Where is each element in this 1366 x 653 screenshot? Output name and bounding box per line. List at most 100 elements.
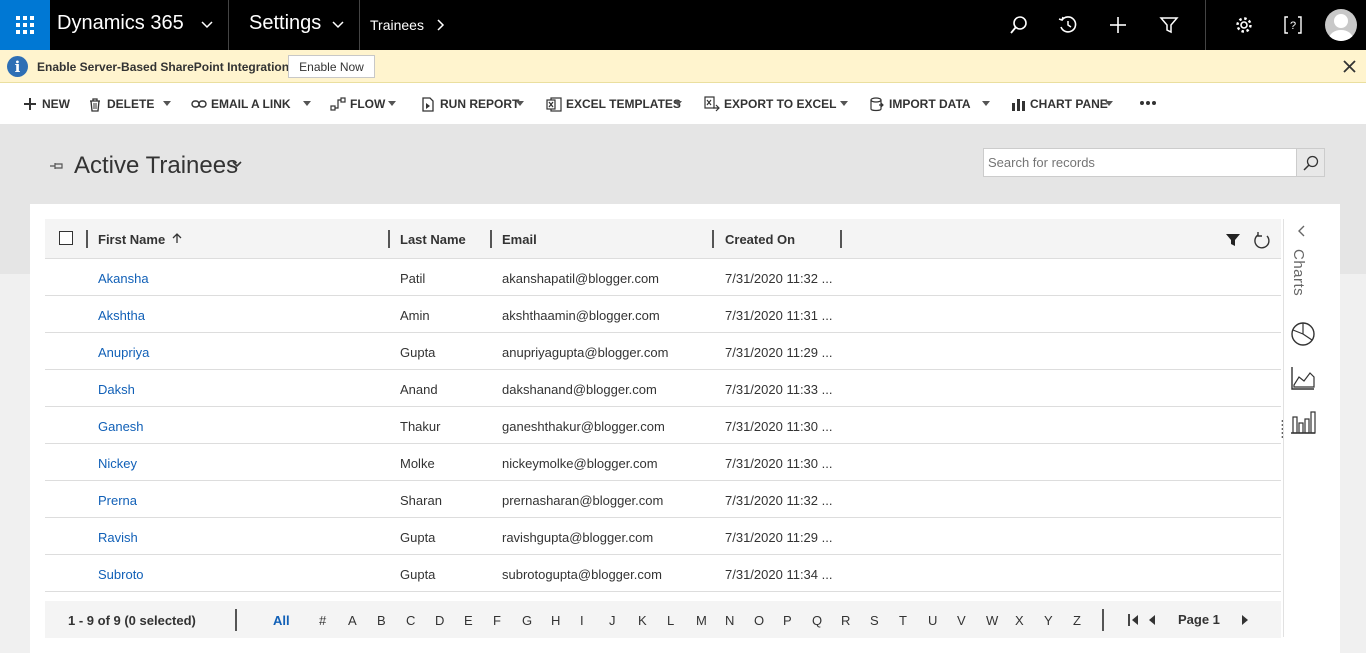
column-header-email[interactable]: Email	[502, 232, 537, 247]
column-divider[interactable]	[712, 230, 714, 248]
chevron-down-icon[interactable]	[331, 17, 345, 31]
caret-down-icon[interactable]	[516, 101, 524, 107]
chevron-left-icon[interactable]	[1297, 225, 1307, 237]
table-row[interactable]: Subroto Gupta subrotogupta@blogger.com 7/31…	[45, 555, 1281, 592]
next-page-icon[interactable]	[1238, 614, 1252, 626]
table-row[interactable]: Ravish Gupta ravishgupta@blogger.com 7/31/2…	[45, 518, 1281, 555]
first-name-link[interactable]: Akansha	[98, 271, 149, 286]
new-button[interactable]: NEW	[22, 96, 70, 112]
excel-templates-button[interactable]: EXCEL TEMPLATES	[546, 96, 681, 112]
column-header-created-on[interactable]: Created On	[725, 232, 795, 247]
charts-label[interactable]: Charts	[1290, 249, 1307, 296]
search-input[interactable]	[983, 148, 1297, 177]
caret-down-icon[interactable]	[840, 101, 848, 107]
caret-down-icon[interactable]	[982, 101, 990, 107]
breadcrumb[interactable]: Trainees	[370, 17, 424, 33]
enable-now-button[interactable]: Enable Now	[288, 55, 375, 78]
filter-icon[interactable]	[1157, 13, 1181, 37]
table-row[interactable]: Daksh Anand dakshanand@blogger.com 7/31/202…	[45, 370, 1281, 407]
first-name-link[interactable]: Anupriya	[98, 345, 149, 360]
pie-chart-icon[interactable]	[1290, 321, 1316, 347]
table-row[interactable]: Anupriya Gupta anupriyagupta@blogger.com 7/…	[45, 333, 1281, 370]
search-button[interactable]	[1296, 148, 1325, 177]
letter-filter[interactable]: T	[899, 613, 907, 628]
filter-icon[interactable]	[1226, 233, 1240, 247]
letter-filter[interactable]: X	[1015, 613, 1024, 628]
add-icon[interactable]	[1106, 13, 1130, 37]
first-name-link[interactable]: Subroto	[98, 567, 144, 582]
caret-down-icon[interactable]	[388, 101, 396, 107]
chevron-down-icon[interactable]	[231, 159, 243, 169]
column-divider[interactable]	[490, 230, 492, 248]
letter-filter[interactable]: E	[464, 613, 473, 628]
search-icon[interactable]	[1007, 13, 1031, 37]
email-link-button[interactable]: EMAIL A LINK	[191, 96, 291, 112]
view-title[interactable]: Active Trainees	[74, 152, 238, 180]
letter-filter[interactable]: R	[841, 613, 850, 628]
letter-filter[interactable]: J	[609, 613, 616, 628]
previous-page-icon[interactable]	[1145, 614, 1159, 626]
first-name-link[interactable]: Prerna	[98, 493, 137, 508]
letter-filter[interactable]: P	[783, 613, 792, 628]
caret-down-icon[interactable]	[163, 101, 171, 107]
letter-filter[interactable]: #	[319, 613, 326, 628]
column-divider[interactable]	[388, 230, 390, 248]
recent-icon[interactable]	[1056, 13, 1080, 37]
first-page-icon[interactable]	[1128, 614, 1142, 626]
letter-filter[interactable]: O	[754, 613, 764, 628]
first-name-link[interactable]: Nickey	[98, 456, 137, 471]
more-icon[interactable]	[1139, 100, 1157, 106]
caret-down-icon[interactable]	[674, 101, 682, 107]
letter-filter[interactable]: Z	[1073, 613, 1081, 628]
letter-filter[interactable]: A	[348, 613, 357, 628]
avatar[interactable]	[1325, 9, 1357, 41]
column-chart-icon[interactable]	[1290, 409, 1316, 435]
first-name-link[interactable]: Ravish	[98, 530, 138, 545]
caret-down-icon[interactable]	[1105, 101, 1113, 107]
export-excel-button[interactable]: EXPORT TO EXCEL	[704, 96, 836, 112]
column-header-first-name[interactable]: First Name	[98, 232, 182, 247]
letter-filter[interactable]: M	[696, 613, 707, 628]
letter-filter[interactable]: N	[725, 613, 734, 628]
letter-filter[interactable]: H	[551, 613, 560, 628]
delete-button[interactable]: DELETE	[87, 96, 154, 112]
area-chart-icon[interactable]	[1290, 365, 1316, 391]
gear-icon[interactable]	[1232, 13, 1256, 37]
app-title[interactable]: Dynamics 365	[57, 12, 184, 35]
letter-filter[interactable]: D	[435, 613, 444, 628]
chevron-down-icon[interactable]	[200, 17, 214, 31]
first-name-link[interactable]: Akshtha	[98, 308, 145, 323]
letter-filter[interactable]: G	[522, 613, 532, 628]
letter-filter[interactable]: Q	[812, 613, 822, 628]
letter-filter-all[interactable]: All	[273, 613, 290, 628]
letter-filter[interactable]: W	[986, 613, 998, 628]
first-name-link[interactable]: Ganesh	[98, 419, 144, 434]
column-divider[interactable]	[86, 230, 88, 248]
letter-filter[interactable]: S	[870, 613, 879, 628]
column-header-last-name[interactable]: Last Name	[400, 232, 466, 247]
app-launcher-button[interactable]	[0, 0, 50, 50]
run-report-button[interactable]: RUN REPORT	[420, 96, 519, 112]
refresh-icon[interactable]	[1253, 232, 1271, 250]
letter-filter[interactable]: I	[580, 613, 584, 628]
caret-down-icon[interactable]	[303, 101, 311, 107]
letter-filter[interactable]: L	[667, 613, 674, 628]
letter-filter[interactable]: V	[957, 613, 966, 628]
letter-filter[interactable]: Y	[1044, 613, 1053, 628]
letter-filter[interactable]: U	[928, 613, 937, 628]
table-row[interactable]: Akshtha Amin akshthaamin@blogger.com 7/31/2…	[45, 296, 1281, 333]
table-row[interactable]: Nickey Molke nickeymolke@blogger.com 7/31/2…	[45, 444, 1281, 481]
area-title[interactable]: Settings	[249, 12, 321, 35]
column-divider[interactable]	[840, 230, 842, 248]
table-row[interactable]: Akansha Patil akanshapatil@blogger.com 7/31…	[45, 259, 1281, 296]
letter-filter[interactable]: K	[638, 613, 647, 628]
letter-filter[interactable]: B	[377, 613, 386, 628]
flow-button[interactable]: FLOW	[330, 96, 385, 112]
close-icon[interactable]	[1342, 59, 1357, 74]
first-name-link[interactable]: Daksh	[98, 382, 135, 397]
import-data-button[interactable]: IMPORT DATA	[869, 96, 971, 112]
letter-filter[interactable]: C	[406, 613, 415, 628]
chevron-right-icon[interactable]	[434, 19, 446, 31]
pin-icon[interactable]	[49, 161, 65, 171]
select-all-checkbox[interactable]	[59, 231, 73, 245]
